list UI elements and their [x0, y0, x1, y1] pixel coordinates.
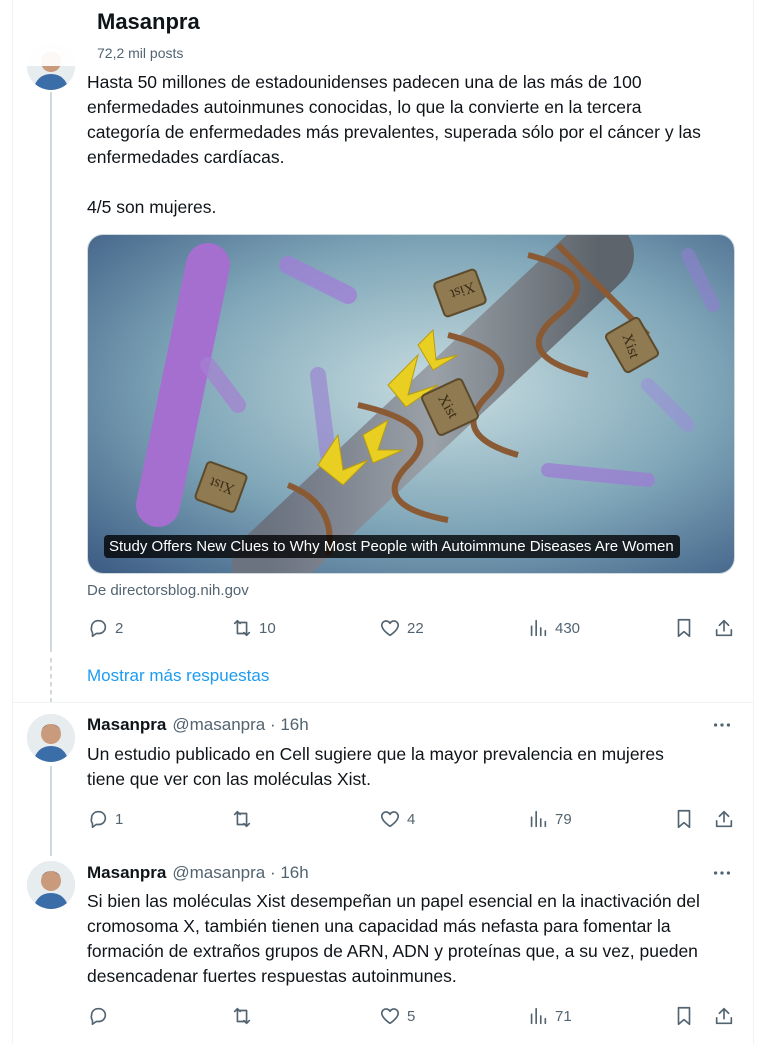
post-actions: 5 71 [87, 1004, 735, 1028]
post-text-line: cromosoma X, también tienen una capacida… [87, 916, 671, 936]
author-handle-time[interactable]: @masanpra · 16h [172, 715, 308, 734]
post-text-line [87, 170, 747, 195]
bookmark-button[interactable] [673, 616, 695, 640]
repost-count: 10 [259, 619, 276, 637]
like-icon [380, 811, 400, 828]
avatar[interactable] [27, 861, 75, 909]
bookmark-icon [677, 1006, 691, 1026]
post-author-row: Masanpra @masanpra · 16h [87, 863, 309, 883]
post-text-line: Si bien las moléculas Xist desempeñan un… [87, 891, 700, 911]
show-more-replies-link[interactable]: Mostrar más respuestas [87, 666, 269, 686]
share-icon [715, 1007, 733, 1025]
repost-icon [233, 1007, 251, 1025]
link-card-image[interactable]: Xist Xist Xist Xist Study Offers New Clu… [87, 234, 735, 574]
post-actions: 1 4 79 [87, 807, 735, 831]
views-count: 430 [555, 619, 581, 637]
views-icon [530, 1007, 547, 1025]
post-text-line: categoría de enfermedades más prevalente… [87, 122, 701, 142]
repost-button[interactable] [231, 807, 259, 831]
share-button[interactable] [713, 616, 735, 640]
views-icon [530, 619, 547, 637]
timeline: Masanpra 72,2 mil posts Hasta 50 millone… [12, 0, 754, 1044]
views-button[interactable]: 430 [527, 616, 580, 640]
post-text: Si bien las moléculas Xist desempeñan un… [87, 889, 747, 989]
reply-count: 2 [115, 619, 124, 637]
like-button[interactable]: 5 [379, 1004, 415, 1028]
like-icon [380, 1008, 400, 1025]
reply-button[interactable]: 2 [87, 616, 123, 640]
divider [13, 702, 753, 703]
share-button[interactable] [713, 807, 735, 831]
bookmark-icon [677, 618, 691, 638]
repost-icon [233, 810, 251, 828]
like-count: 5 [407, 1007, 416, 1025]
repost-button[interactable] [231, 1004, 259, 1028]
post-text-line: enfermedades cardíacas. [87, 147, 285, 167]
reply-button[interactable]: 1 [87, 807, 123, 831]
like-button[interactable]: 22 [379, 616, 424, 640]
thread-gap-indicator [50, 658, 52, 702]
author-name[interactable]: Masanpra [87, 863, 166, 882]
post-count: 72,2 mil posts [97, 45, 184, 61]
post-text-line: formación de extraños grupos de ARN, ADN… [87, 941, 698, 961]
link-card-source[interactable]: De directorsblog.nih.gov [87, 582, 249, 599]
views-icon [530, 810, 547, 828]
post-author-row: Masanpra @masanpra · 16h [87, 715, 309, 735]
like-count: 22 [407, 619, 424, 637]
bookmark-icon [677, 809, 691, 829]
bookmark-button[interactable] [673, 807, 695, 831]
thread-line [50, 92, 52, 652]
post-text-line: Hasta 50 millones de estadounidenses pad… [87, 72, 642, 92]
like-count: 4 [407, 810, 416, 828]
share-button[interactable] [713, 1004, 735, 1028]
like-button[interactable]: 4 [379, 807, 415, 831]
share-icon [715, 619, 733, 637]
post-text-line: 4/5 son mujeres. [87, 197, 217, 217]
bookmark-button[interactable] [673, 1004, 695, 1028]
repost-button[interactable]: 10 [231, 616, 276, 640]
avatar[interactable] [27, 714, 75, 762]
thread-line [50, 766, 52, 856]
reply-icon [90, 810, 107, 829]
views-count: 79 [555, 810, 572, 828]
repost-icon [233, 619, 251, 637]
post-text-line: enfermedades autoinmunes conocidas, lo q… [87, 97, 642, 117]
more-icon[interactable] [711, 862, 733, 884]
share-icon [715, 810, 733, 828]
reply-icon [90, 1007, 107, 1026]
more-icon[interactable] [711, 714, 733, 736]
reply-icon [90, 619, 107, 638]
reply-button[interactable] [87, 1004, 115, 1028]
post-text-line: desencadenar fuertes respuestas autoinmu… [87, 966, 457, 986]
views-count: 71 [555, 1007, 572, 1025]
like-icon [380, 620, 400, 637]
post-text-line: tiene que ver con las moléculas Xist. [87, 769, 372, 789]
post-text: Hasta 50 millones de estadounidenses pad… [87, 70, 747, 220]
post-actions: 2 10 22 430 [87, 616, 735, 640]
author-name[interactable]: Masanpra [87, 715, 166, 734]
profile-name: Masanpra [97, 9, 200, 34]
post-text: Un estudio publicado en Cell sugiere que… [87, 742, 747, 792]
link-card-title: Study Offers New Clues to Why Most Peopl… [104, 535, 680, 558]
views-button[interactable]: 71 [527, 1004, 572, 1028]
post-text-line: Un estudio publicado en Cell sugiere que… [87, 744, 664, 764]
profile-header: Masanpra 72,2 mil posts [13, 0, 753, 66]
author-handle-time[interactable]: @masanpra · 16h [172, 863, 308, 882]
views-button[interactable]: 79 [527, 807, 572, 831]
reply-count: 1 [115, 810, 124, 828]
